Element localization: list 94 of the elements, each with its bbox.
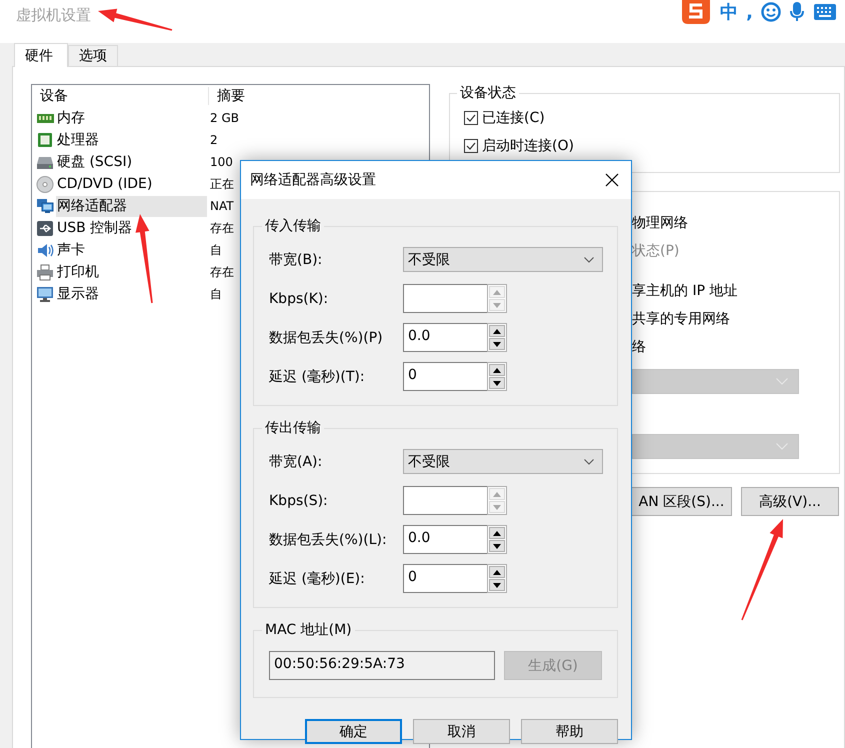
up-arrow-icon <box>493 530 501 536</box>
device-item[interactable]: 处理器 <box>56 130 100 150</box>
field-label: Kbps(K): <box>269 290 330 306</box>
up-arrow-icon <box>493 570 501 574</box>
device-item[interactable]: CD/DVD (IDE) <box>56 174 154 194</box>
spin-buttons[interactable] <box>487 525 507 554</box>
device-summary: NAT <box>210 199 234 213</box>
close-icon <box>605 173 619 187</box>
spin-buttons[interactable] <box>487 362 507 391</box>
field-label: 数据包丢失(%)(P) <box>269 328 384 346</box>
column-header[interactable]: 摘要 <box>209 87 245 105</box>
checkbox-label[interactable]: 启动时连接(O) <box>482 137 574 155</box>
device-item[interactable]: 声卡 <box>56 240 86 260</box>
dialog-button[interactable]: 确定 <box>305 719 402 744</box>
action-button[interactable]: AN 区段(S)... <box>631 487 732 516</box>
device-summary: 100 <box>210 155 233 169</box>
group-title: 传入传输 <box>264 217 322 235</box>
number-field[interactable]: 0.0 <box>403 323 487 352</box>
chevron-down-icon <box>584 458 594 464</box>
dropdown[interactable]: 不受限 <box>403 449 603 474</box>
device-item[interactable]: 显示器 <box>56 284 100 304</box>
speaker-icon <box>36 242 54 258</box>
number-field[interactable]: 0.0 <box>403 525 487 554</box>
smiley-icon <box>761 2 781 22</box>
field-label: 延迟 (毫秒)(T): <box>269 368 366 386</box>
device-summary: 2 <box>210 133 218 147</box>
number-field[interactable] <box>403 284 487 313</box>
microphone-icon <box>789 2 805 22</box>
down-arrow-icon <box>493 544 501 548</box>
field-label: 带宽(B): <box>269 250 324 268</box>
mac-address-field[interactable]: 00:50:56:29:5A:73 <box>269 651 495 680</box>
network-computers-icon <box>36 198 54 214</box>
up-arrow-icon <box>493 328 501 334</box>
processor-icon <box>36 132 54 148</box>
down-arrow-icon <box>493 504 501 510</box>
group-title: 传出传输 <box>264 419 322 437</box>
tab[interactable]: 硬件 <box>14 43 68 67</box>
device-summary: 2 GB <box>210 111 239 125</box>
device-summary: 自 <box>210 286 222 302</box>
device-item[interactable]: USB 控制器 <box>56 218 134 238</box>
action-button[interactable]: 高级(V)... <box>741 487 839 516</box>
down-arrow-icon <box>493 582 501 588</box>
device-summary: 存在 <box>210 220 234 236</box>
usb-icon <box>36 220 54 236</box>
device-summary: 正在 <box>210 176 234 192</box>
keyboard-icon <box>813 3 837 21</box>
checkbox[interactable] <box>464 139 478 153</box>
number-field[interactable] <box>403 486 487 515</box>
dialog-button[interactable]: 帮助 <box>521 719 618 744</box>
field-label: 带宽(A): <box>269 452 324 470</box>
down-arrow-icon <box>493 302 501 308</box>
up-arrow-icon <box>493 368 501 372</box>
device-item[interactable]: 内存 <box>56 108 86 128</box>
field-label: 数据包丢失(%)(L): <box>269 530 388 548</box>
device-summary: 存在 <box>210 264 234 280</box>
checkbox[interactable] <box>464 111 478 125</box>
option-label[interactable]: 共享的专用网络 <box>632 305 839 333</box>
option-label[interactable]: 络 <box>632 333 839 361</box>
column-header[interactable]: 设备 <box>32 87 209 105</box>
disc-icon <box>36 176 54 192</box>
group-title: MAC 地址(M) <box>264 621 353 639</box>
input-mode-toggle[interactable]: 中 <box>720 0 738 24</box>
device-summary: 自 <box>210 242 222 258</box>
option-label[interactable]: 物理网络 <box>632 209 839 237</box>
up-arrow-icon <box>493 492 501 496</box>
printer-icon <box>36 264 54 280</box>
up-arrow-icon <box>493 290 501 294</box>
number-field[interactable]: 0 <box>403 362 487 391</box>
field-label: 延迟 (毫秒)(E): <box>269 570 366 588</box>
device-item[interactable]: 网络适配器 <box>56 196 207 216</box>
number-field[interactable]: 0 <box>403 564 487 593</box>
check-icon <box>466 142 476 150</box>
down-arrow-icon <box>493 380 501 386</box>
chevron-down-icon <box>776 443 788 450</box>
check-icon <box>466 114 476 122</box>
down-arrow-icon <box>493 342 501 346</box>
checkbox-label[interactable]: 已连接(C) <box>482 109 545 127</box>
spin-buttons[interactable] <box>487 564 507 593</box>
option-label[interactable]: 享主机的 IP 地址 <box>632 277 839 305</box>
window-title: 虚拟机设置 <box>16 6 91 25</box>
tab[interactable]: 选项 <box>68 45 118 66</box>
dialog-title: 网络适配器高级设置 <box>250 171 376 189</box>
dialog-button[interactable]: 取消 <box>413 719 510 744</box>
chevron-down-icon <box>584 256 594 262</box>
dropdown[interactable]: 不受限 <box>403 247 603 272</box>
field-label: Kbps(S): <box>269 492 329 508</box>
spin-buttons[interactable] <box>487 323 507 352</box>
group-title: 设备状态 <box>459 84 517 102</box>
punctuation-toggle[interactable]: , <box>746 2 753 22</box>
close-button[interactable] <box>605 173 619 187</box>
device-item[interactable]: 打印机 <box>56 262 100 282</box>
chevron-down-icon <box>776 378 788 385</box>
device-item[interactable]: 硬盘 (SCSI) <box>56 152 134 172</box>
monitor-icon <box>36 286 54 302</box>
